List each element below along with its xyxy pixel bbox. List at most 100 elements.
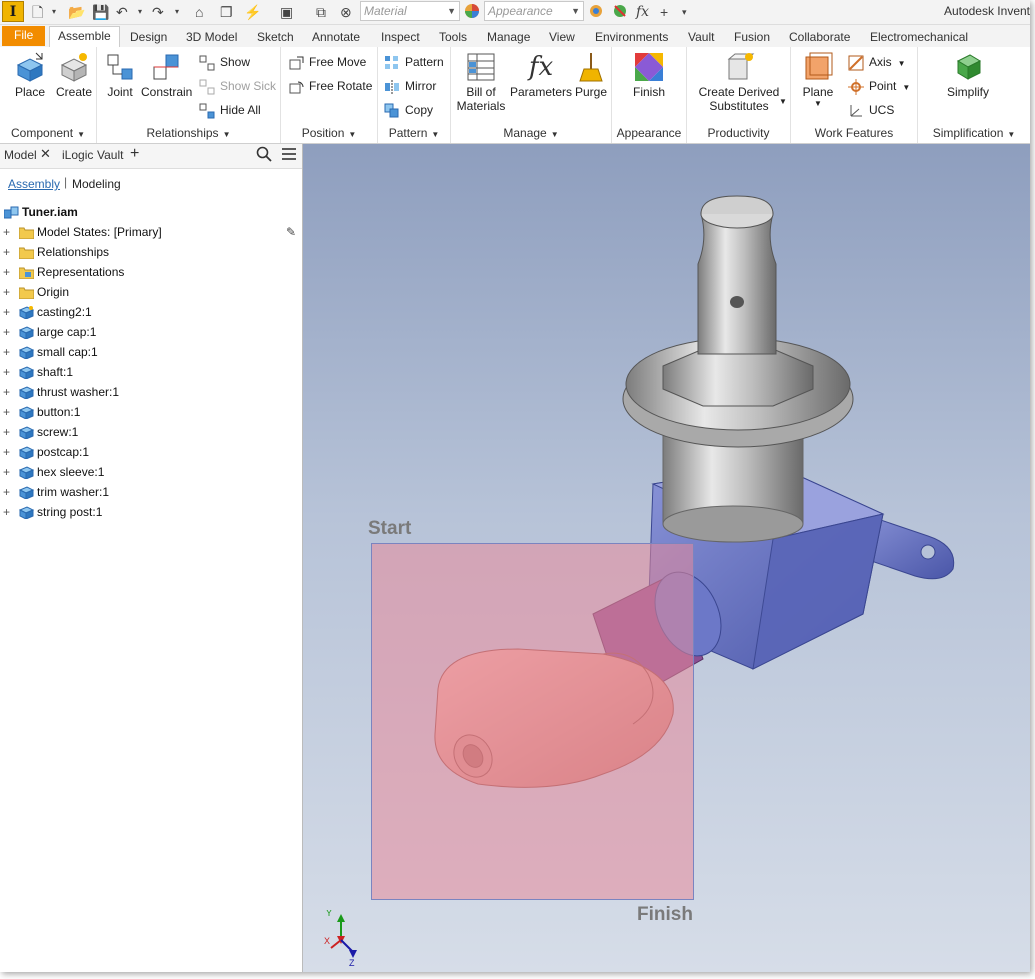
browser-tab-vault[interactable]: Vault [97, 148, 123, 162]
home-icon[interactable]: ⌂ [195, 3, 203, 21]
close-icon[interactable]: ✕ [40, 146, 51, 162]
joint-button[interactable]: Joint [101, 51, 139, 99]
tree-item[interactable]: + screw:1 [0, 422, 302, 442]
tree-item[interactable]: + button:1 [0, 402, 302, 422]
hide-all-button[interactable]: Hide All [199, 100, 261, 120]
position-group-label[interactable]: Position ▼ [281, 126, 377, 140]
expand-plus-icon[interactable]: + [3, 382, 13, 402]
subtab-assembly[interactable]: Assembly [8, 177, 60, 191]
constrain-button[interactable]: Constrain [141, 51, 192, 99]
expand-plus-icon[interactable]: + [3, 362, 13, 382]
expand-plus-icon[interactable]: + [3, 442, 13, 462]
hamburger-menu-icon[interactable] [281, 146, 297, 165]
tree-item[interactable]: + shaft:1 [0, 362, 302, 382]
component-group-label[interactable]: Component ▼ [0, 126, 96, 140]
point-button[interactable]: Point ▼ [848, 76, 910, 96]
material-dropdown[interactable]: Material ▼ [360, 1, 460, 21]
parameters-button[interactable]: fx Parameters [509, 51, 573, 99]
expand-plus-icon[interactable]: + [3, 262, 13, 282]
clear-appearance-icon[interactable] [612, 3, 628, 21]
appearance-dropdown[interactable]: Appearance ▼ [484, 1, 584, 21]
new-dropdown-icon[interactable]: ▾ [52, 3, 56, 21]
plane-button[interactable]: Plane ▼ [797, 51, 839, 108]
purge-button[interactable]: Purge [573, 51, 609, 99]
tree-item[interactable]: + casting2:1 [0, 302, 302, 322]
customize-dropdown-icon[interactable]: ▾ [682, 3, 687, 21]
show-button[interactable]: Show [199, 52, 250, 72]
tree-item[interactable]: + postcap:1 [0, 442, 302, 462]
tab-electromechanical[interactable]: Electromechanical [862, 28, 976, 47]
tab-view[interactable]: View [541, 28, 583, 47]
component-icon[interactable]: ⊗ [340, 3, 352, 21]
free-move-button[interactable]: Free Move [288, 52, 366, 72]
ucs-button[interactable]: UCS [848, 100, 894, 120]
window-icon[interactable]: ❐ [220, 3, 233, 21]
tree-item[interactable]: + large cap:1 [0, 322, 302, 342]
tree-item[interactable]: + Model States: [Primary] ✎ [0, 222, 302, 242]
expand-plus-icon[interactable]: + [3, 242, 13, 262]
tree-root[interactable]: Tuner.iam [0, 202, 302, 222]
bill-of-materials-button[interactable]: Bill of Materials [453, 51, 509, 113]
add-tab-plus-icon[interactable]: + [130, 145, 139, 163]
expand-plus-icon[interactable]: + [3, 342, 13, 362]
expand-plus-icon[interactable]: + [3, 482, 13, 502]
redo-icon[interactable]: ↷ [152, 3, 164, 21]
tab-collaborate[interactable]: Collaborate [781, 28, 858, 47]
undo-icon[interactable]: ↶ [116, 3, 128, 21]
expand-plus-icon[interactable]: + [3, 422, 13, 442]
open-icon[interactable]: 📂 [68, 3, 85, 21]
chevron-down-icon[interactable]: ▼ [779, 97, 787, 106]
tab-tools[interactable]: Tools [431, 28, 475, 47]
simplification-group-label[interactable]: Simplification ▼ [918, 126, 1030, 140]
color-override-icon[interactable]: ▣ [280, 3, 293, 21]
axis-button[interactable]: Axis ▼ [848, 52, 906, 72]
tree-item[interactable]: + thrust washer:1 [0, 382, 302, 402]
pattern-group-label[interactable]: Pattern ▼ [378, 126, 450, 140]
tab-design[interactable]: Design [122, 28, 175, 47]
expand-plus-icon[interactable]: + [3, 462, 13, 482]
show-sick-button[interactable]: Show Sick [199, 76, 276, 96]
copy-button[interactable]: Copy [384, 100, 433, 120]
expand-plus-icon[interactable]: + [3, 302, 13, 322]
app-menu-button[interactable]: I [2, 1, 24, 22]
new-icon[interactable]: 🗋 [32, 3, 43, 21]
tree-item[interactable]: + hex sleeve:1 [0, 462, 302, 482]
tab-assemble[interactable]: Assemble [49, 26, 120, 48]
tab-sketch[interactable]: Sketch [249, 28, 302, 47]
design-doctor-icon[interactable]: ⧉ [316, 3, 326, 21]
subtab-modeling[interactable]: Modeling [72, 177, 121, 191]
tree-item[interactable]: + small cap:1 [0, 342, 302, 362]
expand-plus-icon[interactable]: + [3, 322, 13, 342]
browser-tab-ilogic[interactable]: iLogic [62, 148, 93, 162]
select-filter-icon[interactable]: ⚡ [244, 3, 261, 21]
tab-fusion[interactable]: Fusion [726, 28, 778, 47]
tree-item[interactable]: + Representations [0, 262, 302, 282]
tab-file[interactable]: File [2, 26, 46, 46]
tree-item[interactable]: + trim washer:1 [0, 482, 302, 502]
save-icon[interactable]: 💾 [92, 3, 109, 21]
search-icon[interactable] [256, 146, 272, 165]
manage-group-label[interactable]: Manage ▼ [451, 126, 611, 140]
relationships-group-label[interactable]: Relationships ▼ [97, 126, 280, 140]
tab-manage[interactable]: Manage [479, 28, 538, 47]
plus-icon[interactable]: + [660, 3, 668, 21]
expand-plus-icon[interactable]: + [3, 402, 13, 422]
create-derived-substitutes-button[interactable]: Create Derived Substitutes [695, 51, 783, 113]
simplify-button[interactable]: Simplify [940, 51, 996, 99]
tree-item[interactable]: + Relationships [0, 242, 302, 262]
tree-item[interactable]: + Origin [0, 282, 302, 302]
tab-3d-model[interactable]: 3D Model [178, 28, 245, 47]
pattern-button[interactable]: Pattern [384, 52, 444, 72]
expand-plus-icon[interactable]: + [3, 282, 13, 302]
adjust-appearance-icon[interactable] [588, 3, 604, 21]
graphics-viewport[interactable]: Start Finish Y X Z [303, 144, 1030, 972]
tab-environments[interactable]: Environments [587, 28, 676, 47]
expand-plus-icon[interactable]: + [3, 502, 13, 522]
edit-pencil-icon[interactable]: ✎ [286, 222, 296, 242]
undo-dropdown-icon[interactable]: ▾ [138, 3, 142, 21]
redo-dropdown-icon[interactable]: ▾ [175, 3, 179, 21]
finish-button[interactable]: Finish [628, 51, 670, 99]
free-rotate-button[interactable]: Free Rotate [288, 76, 372, 96]
mirror-button[interactable]: Mirror [384, 76, 436, 96]
tree-item[interactable]: + string post:1 [0, 502, 302, 522]
